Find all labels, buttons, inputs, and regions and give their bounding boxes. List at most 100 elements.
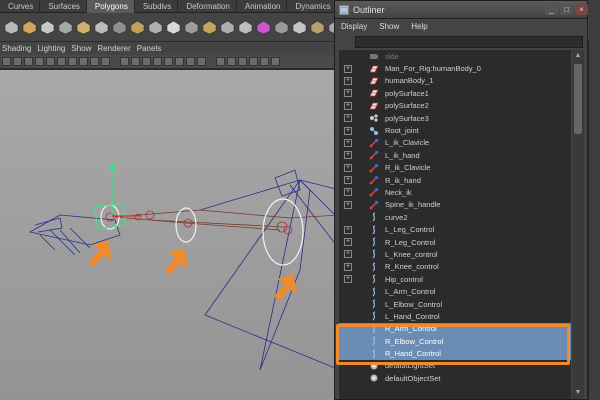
viewport-tool-icon[interactable] (142, 57, 151, 66)
shelf-tool-icon[interactable] (256, 20, 271, 35)
maximize-button[interactable]: □ (560, 4, 573, 15)
expand-icon[interactable]: + (344, 262, 352, 271)
outliner-item[interactable]: L_Elbow_Control (339, 298, 571, 310)
expand-icon[interactable]: + (344, 101, 352, 110)
outliner-item[interactable]: + R_Knee_control (339, 261, 571, 273)
viewport-tool-icon[interactable] (120, 57, 129, 66)
viewport-tool-icon[interactable] (13, 57, 22, 66)
expand-icon[interactable]: + (344, 89, 352, 98)
outliner-item[interactable]: + polySurface3 (339, 112, 571, 124)
viewport-tool-icon[interactable] (238, 57, 247, 66)
shelf-tool-icon[interactable] (148, 20, 163, 35)
expand-icon[interactable]: + (344, 151, 352, 160)
shelf-tool-icon[interactable] (4, 20, 19, 35)
outliner-item[interactable]: defaultLightSet (339, 360, 571, 372)
viewport-menu-panels[interactable]: Panels (135, 44, 165, 53)
viewport-tool-icon[interactable] (260, 57, 269, 66)
outliner-item[interactable]: + Root_joint (339, 124, 571, 136)
viewport-tool-icon[interactable] (2, 57, 11, 66)
outliner-item[interactable]: side (339, 50, 571, 62)
outliner-item[interactable]: + R_Leg_Control (339, 236, 571, 248)
expand-icon[interactable]: + (344, 163, 352, 172)
scrollbar-thumb[interactable] (574, 64, 582, 134)
viewport-tool-icon[interactable] (101, 57, 110, 66)
shelf-tab-deformation[interactable]: Deformation (178, 0, 237, 13)
outliner-filter-field[interactable] (355, 36, 583, 48)
viewport-tool-icon[interactable] (46, 57, 55, 66)
shelf-tab-animation[interactable]: Animation (237, 0, 288, 13)
minimize-button[interactable]: _ (545, 4, 558, 15)
viewport-menu-show[interactable]: Show (69, 44, 95, 53)
viewport-menu-lighting[interactable]: Lighting (35, 44, 69, 53)
expand-icon[interactable]: + (344, 238, 352, 247)
outliner-item[interactable]: + L_ik_Clavicle (339, 137, 571, 149)
viewport-tool-icon[interactable] (249, 57, 258, 66)
viewport-tool-icon[interactable] (175, 57, 184, 66)
outliner-item[interactable]: R_Hand_Control (339, 347, 571, 360)
viewport-tool-icon[interactable] (90, 57, 99, 66)
outliner-item[interactable]: + R_ik_hand (339, 174, 571, 186)
outliner-item[interactable]: L_Hand_Control (339, 310, 571, 322)
viewport-tool-icon[interactable] (153, 57, 162, 66)
outliner-item[interactable]: L_Arm_Control (339, 285, 571, 297)
viewport-tool-icon[interactable] (57, 57, 66, 66)
outliner-item[interactable]: + L_Knee_control (339, 248, 571, 260)
shelf-tab-subdivs[interactable]: Subdivs (135, 0, 179, 13)
expand-icon[interactable]: + (344, 138, 352, 147)
expand-icon[interactable]: + (344, 225, 352, 234)
shelf-tool-icon[interactable] (94, 20, 109, 35)
outliner-menu-help[interactable]: Help (405, 22, 433, 31)
expand-icon[interactable]: + (344, 275, 352, 284)
viewport-tool-icon[interactable] (24, 57, 33, 66)
viewport-tool-icon[interactable] (164, 57, 173, 66)
shelf-tool-icon[interactable] (58, 20, 73, 35)
expand-icon[interactable]: + (344, 64, 352, 73)
shelf-tool-icon[interactable] (238, 20, 253, 35)
scroll-up-icon[interactable]: ▲ (574, 52, 582, 60)
shelf-tool-icon[interactable] (202, 20, 217, 35)
expand-icon[interactable]: + (344, 126, 352, 135)
shelf-tool-icon[interactable] (184, 20, 199, 35)
viewport-menu-shading[interactable]: Shading (0, 44, 35, 53)
expand-icon[interactable]: + (344, 114, 352, 123)
outliner-menu-show[interactable]: Show (373, 22, 405, 31)
viewport-tool-icon[interactable] (227, 57, 236, 66)
viewport-tool-icon[interactable] (186, 57, 195, 66)
viewport-tool-icon[interactable] (131, 57, 140, 66)
outliner-scrollbar[interactable]: ▲ ▼ (572, 50, 584, 399)
viewport-tool-icon[interactable] (216, 57, 225, 66)
outliner-item[interactable]: + Spine_ik_handle (339, 199, 571, 211)
outliner-item[interactable]: curve2 (339, 211, 571, 223)
expand-icon[interactable]: + (344, 250, 352, 259)
viewport-tool-icon[interactable] (271, 57, 280, 66)
outliner-item[interactable]: + polySurface2 (339, 100, 571, 112)
shelf-tool-icon[interactable] (166, 20, 181, 35)
outliner-item[interactable]: + R_ik_Clavicle (339, 162, 571, 174)
shelf-tool-icon[interactable] (40, 20, 55, 35)
manipulator-y-arrow[interactable] (108, 162, 116, 170)
viewport-tool-icon[interactable] (35, 57, 44, 66)
viewport-tool-icon[interactable] (68, 57, 77, 66)
shelf-tool-icon[interactable] (112, 20, 127, 35)
shelf-tool-icon[interactable] (130, 20, 145, 35)
outliner-item[interactable]: + Man_For_Rig:humanBody_0 (339, 62, 571, 74)
shelf-tool-icon[interactable] (310, 20, 325, 35)
outliner-item[interactable]: + polySurface1 (339, 87, 571, 99)
outliner-title-bar[interactable]: Outliner _ □ × (335, 1, 588, 19)
outliner-item[interactable]: + humanBody_1 (339, 75, 571, 87)
outliner-item[interactable]: defaultObjectSet (339, 372, 571, 384)
outliner-item[interactable]: + Neck_ik (339, 186, 571, 198)
outliner-item[interactable]: + L_Leg_Control (339, 223, 571, 235)
shelf-tab-dynamics[interactable]: Dynamics (287, 0, 338, 13)
3d-viewport[interactable] (0, 70, 340, 400)
close-button[interactable]: × (575, 4, 588, 15)
shelf-tool-icon[interactable] (274, 20, 289, 35)
outliner-item[interactable]: R_Elbow_Control (339, 334, 571, 348)
expand-icon[interactable]: + (344, 188, 352, 197)
shelf-tab-polygons[interactable]: Polygons (86, 0, 135, 13)
scroll-down-icon[interactable]: ▼ (574, 389, 582, 397)
shelf-tool-icon[interactable] (292, 20, 307, 35)
shelf-tool-icon[interactable] (76, 20, 91, 35)
shelf-tab-curves[interactable]: Curves (0, 0, 41, 13)
expand-icon[interactable]: + (344, 200, 352, 209)
